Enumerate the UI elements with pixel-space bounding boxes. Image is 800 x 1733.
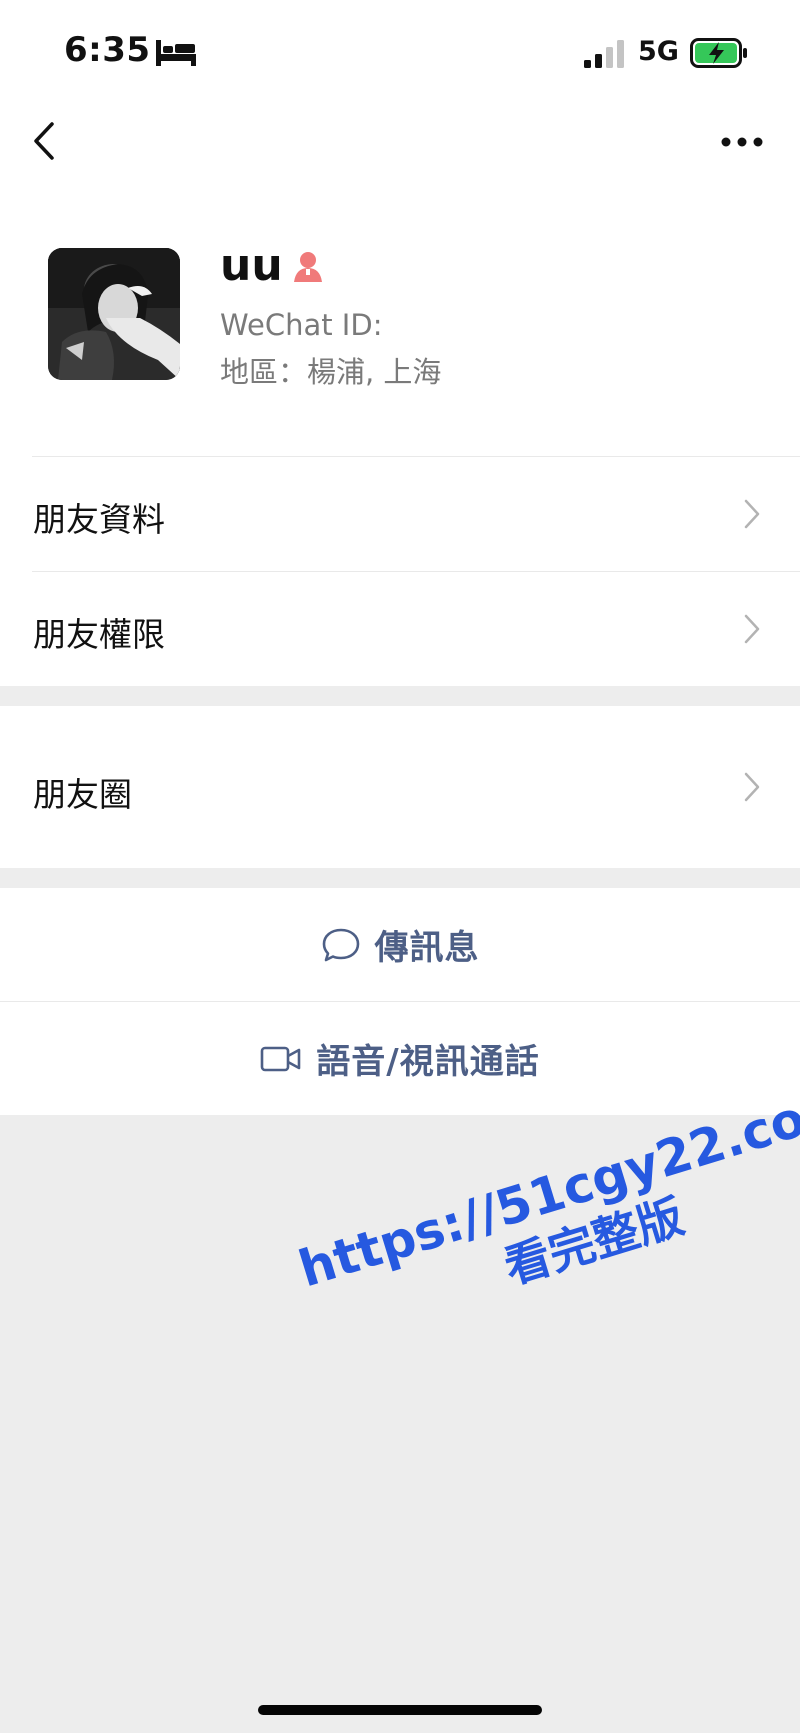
chat-bubble-icon <box>322 928 359 961</box>
chevron-right-icon <box>744 499 760 529</box>
moments-label: 朋友圈 <box>33 775 132 814</box>
network-type: 5G <box>638 36 679 67</box>
wechat-id-blurred <box>400 306 570 346</box>
friend-profile-label: 朋友資料 <box>33 500 165 539</box>
signal-icon <box>584 40 624 68</box>
moments-row[interactable]: 朋友圈 <box>0 706 800 868</box>
friend-profile-row[interactable]: 朋友資料 <box>0 457 800 571</box>
status-bar: 6:35 5G <box>0 0 800 100</box>
voice-video-call-button[interactable]: 語音/視訊通話 <box>0 1002 800 1115</box>
status-time: 6:35 <box>64 30 151 70</box>
wechat-id: WeChat ID: <box>220 308 383 342</box>
watermark: https://51cgy22.com 看完整版 <box>292 1073 800 1353</box>
friend-permissions-label: 朋友權限 <box>33 615 165 654</box>
profile-card: 6:35 5G uu WeChat ID: 地區：楊浦, 上海 朋友資料 朋友權… <box>0 0 800 686</box>
chevron-right-icon <box>744 772 760 802</box>
avatar[interactable] <box>48 248 180 380</box>
more-options-button[interactable] <box>716 124 768 160</box>
profile-name: uu <box>220 240 283 291</box>
battery-charging-icon <box>690 38 747 68</box>
friend-permissions-row[interactable]: 朋友權限 <box>0 572 800 686</box>
female-icon <box>294 252 322 282</box>
send-message-label: 傳訊息 <box>374 928 480 968</box>
video-camera-icon <box>260 1046 301 1071</box>
back-button[interactable] <box>26 114 66 168</box>
avatar-photo <box>48 248 180 380</box>
region: 地區：楊浦, 上海 <box>220 355 442 389</box>
voice-video-call-label: 語音/視訊通話 <box>316 1042 540 1082</box>
home-indicator[interactable] <box>258 1705 542 1715</box>
chevron-right-icon <box>744 614 760 644</box>
bed-icon <box>156 40 196 66</box>
send-message-button[interactable]: 傳訊息 <box>0 888 800 1001</box>
